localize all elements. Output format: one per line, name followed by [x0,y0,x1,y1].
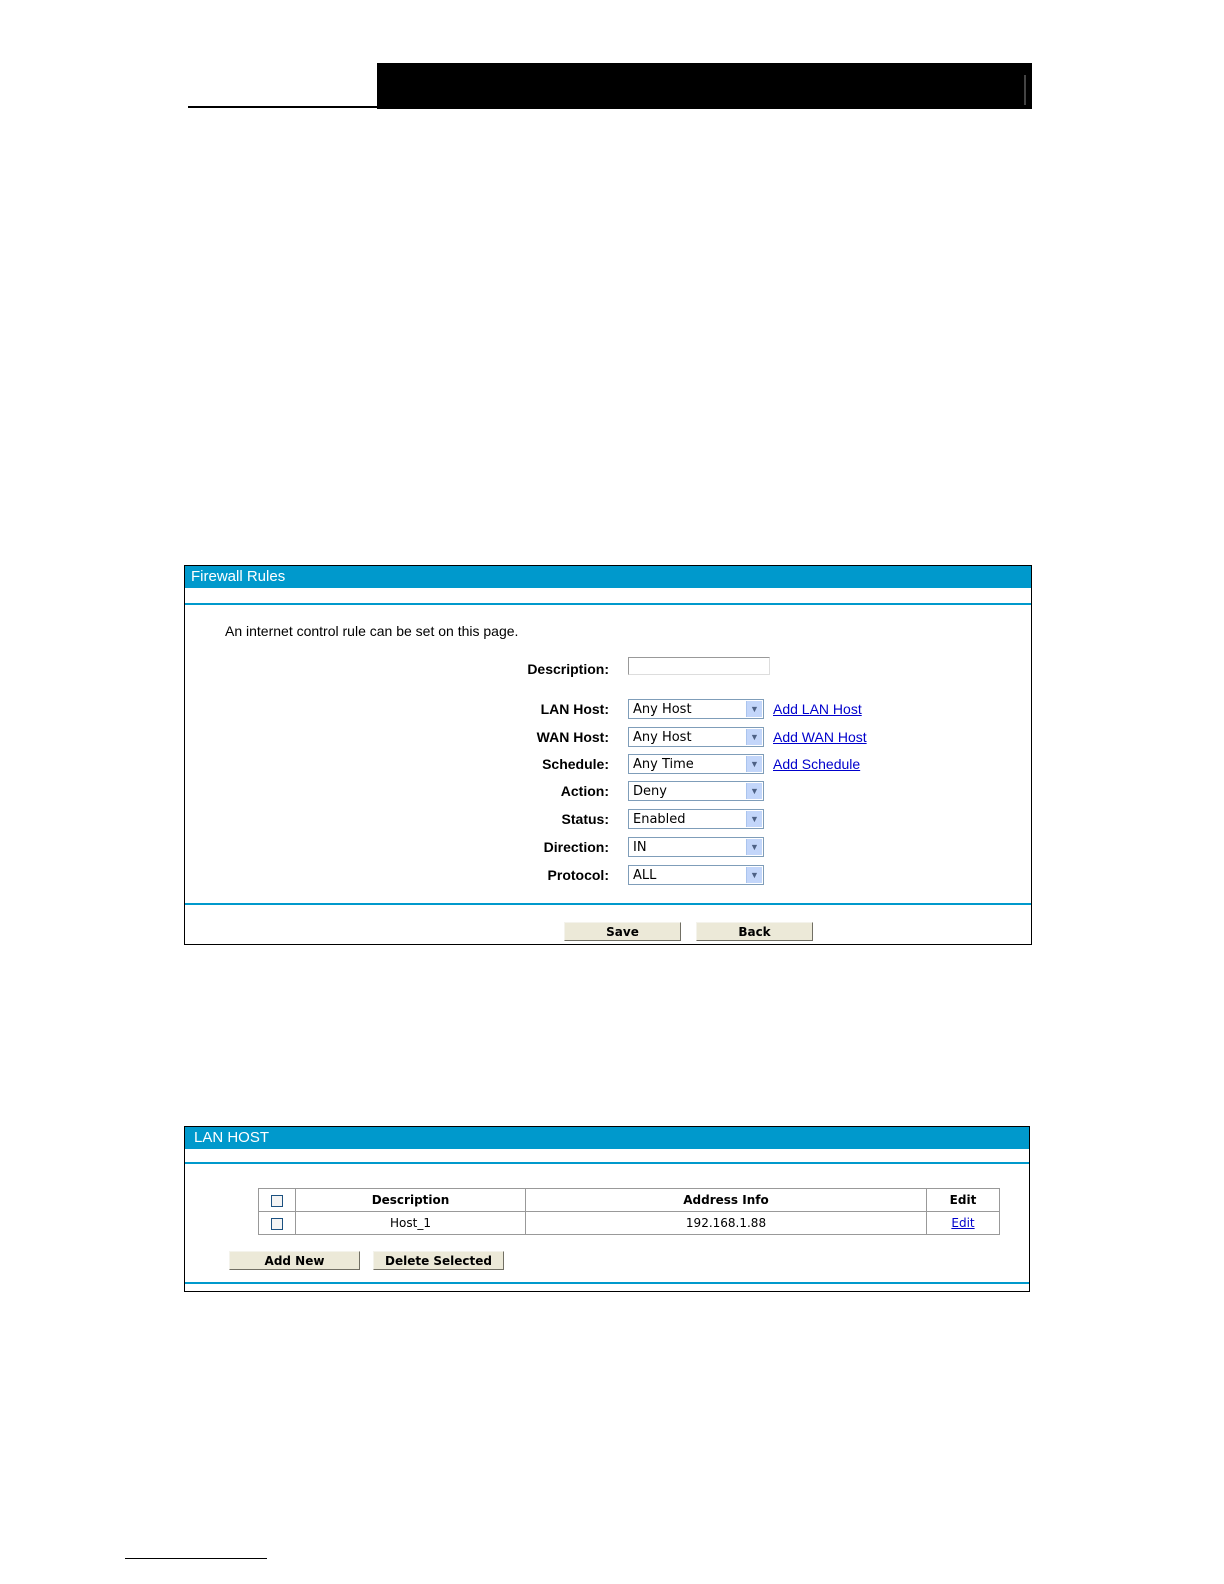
direction-label: Direction: [543,839,609,855]
add-lan-host-link[interactable]: Add LAN Host [773,701,862,717]
status-select[interactable]: Enabled ▼ [628,809,764,829]
description-label: Description: [527,661,609,677]
status-label: Status: [561,811,609,827]
row-checkbox[interactable] [271,1217,283,1230]
select-all-cell [258,1188,296,1212]
status-row: Status: Enabled ▼ [185,809,1031,831]
lan-host-value: Any Host [633,702,692,717]
chevron-down-icon[interactable]: ▼ [746,783,762,799]
lan-host-select[interactable]: Any Host ▼ [628,699,764,719]
description-input[interactable] [628,657,770,675]
lan-host-table: Description Address Info Edit Host_1 192… [258,1188,1000,1235]
lan-host-row: LAN Host: Any Host ▼ Add LAN Host [185,699,1031,721]
header-bar [377,63,1032,109]
add-new-button[interactable]: Add New [229,1251,360,1270]
direction-row: Direction: IN ▼ [185,837,1031,859]
action-row: Action: Deny ▼ [185,781,1031,803]
direction-select[interactable]: IN ▼ [628,837,764,857]
protocol-select[interactable]: ALL ▼ [628,865,764,885]
intro-text: An internet control rule can be set on t… [225,623,519,639]
chevron-down-icon[interactable]: ▼ [746,867,762,883]
col-header-edit: Edit [926,1188,1000,1212]
action-value: Deny [633,784,667,799]
add-schedule-link[interactable]: Add Schedule [773,756,860,772]
lan-host-label: LAN Host: [540,701,609,717]
description-row: Description: [185,657,1031,681]
row-edit-cell: Edit [926,1211,1000,1235]
chevron-down-icon[interactable]: ▼ [746,839,762,855]
add-wan-host-link[interactable]: Add WAN Host [773,729,867,745]
firewall-rules-panel: Firewall Rules An internet control rule … [184,565,1032,945]
wan-host-select[interactable]: Any Host ▼ [628,727,764,747]
save-button[interactable]: Save [564,922,681,941]
col-header-description: Description [295,1188,526,1212]
protocol-value: ALL [633,868,657,883]
schedule-select[interactable]: Any Time ▼ [628,754,764,774]
delete-selected-button[interactable]: Delete Selected [373,1251,504,1270]
table-row: Host_1 192.168.1.88 Edit [258,1211,1000,1235]
protocol-row: Protocol: ALL ▼ [185,865,1031,887]
protocol-label: Protocol: [547,867,609,883]
row-address: 192.168.1.88 [525,1211,927,1235]
col-header-address: Address Info [525,1188,927,1212]
panel-title: Firewall Rules [185,566,1031,588]
wan-host-row: WAN Host: Any Host ▼ Add WAN Host [185,727,1031,749]
wan-host-label: WAN Host: [536,729,609,745]
schedule-row: Schedule: Any Time ▼ Add Schedule [185,754,1031,776]
chevron-down-icon[interactable]: ▼ [746,729,762,745]
row-description: Host_1 [295,1211,526,1235]
lan-host-panel: LAN HOST Description Address Info Edit H… [184,1126,1030,1292]
direction-value: IN [633,840,647,855]
header-rule [188,106,380,108]
status-value: Enabled [633,812,686,827]
action-select[interactable]: Deny ▼ [628,781,764,801]
schedule-value: Any Time [633,757,694,772]
footer-rule [125,1558,267,1559]
chevron-down-icon[interactable]: ▼ [746,756,762,772]
select-all-checkbox[interactable] [271,1194,283,1207]
chevron-down-icon[interactable]: ▼ [746,811,762,827]
back-button[interactable]: Back [696,922,813,941]
panel-title: LAN HOST [185,1127,1029,1149]
divider [185,1162,1029,1164]
schedule-label: Schedule: [542,756,609,772]
table-header-row: Description Address Info Edit [258,1188,1000,1212]
action-label: Action: [560,783,609,799]
edit-link[interactable]: Edit [951,1216,974,1230]
chevron-down-icon[interactable]: ▼ [746,701,762,717]
wan-host-value: Any Host [633,730,692,745]
row-select-cell [258,1211,296,1235]
divider [185,1282,1029,1284]
divider [185,903,1031,905]
divider [185,603,1031,605]
